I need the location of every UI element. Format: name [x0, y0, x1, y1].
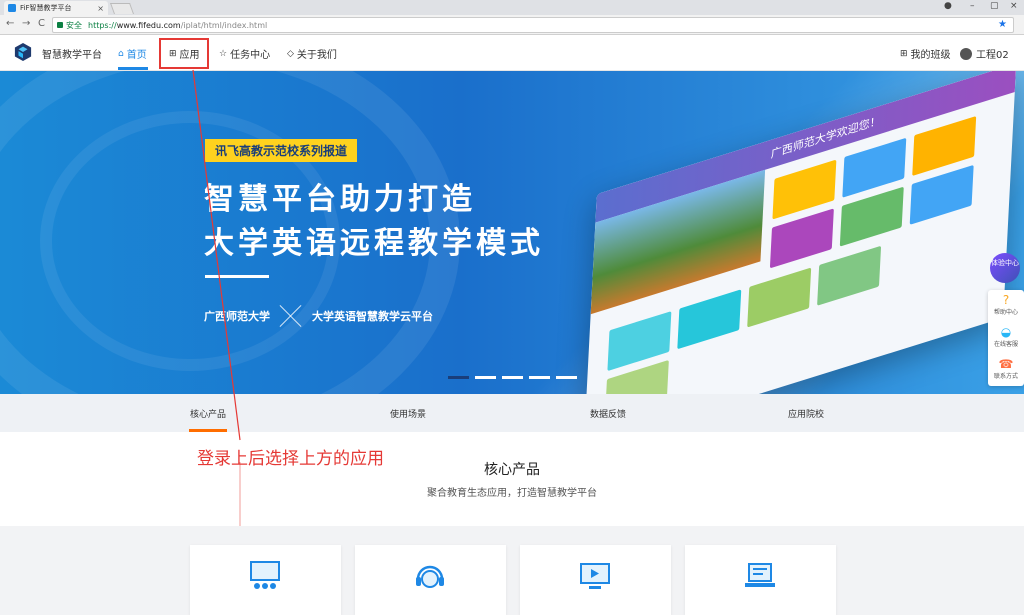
- core-section-subtitle: 聚合教育生态应用，打造智慧教学平台: [427, 488, 597, 499]
- core-section-title: 核心产品: [484, 462, 540, 478]
- annotation-arrow: [192, 69, 241, 615]
- video-monitor-icon: [580, 563, 610, 589]
- product-cards-area: [0, 526, 1024, 615]
- headset-exchange-icon: [416, 565, 444, 588]
- product-card[interactable]: [355, 545, 506, 615]
- classroom-teaching-icon: [250, 561, 280, 589]
- product-card[interactable]: [520, 545, 671, 615]
- laptop-icon: [745, 563, 775, 587]
- product-card[interactable]: [190, 545, 341, 615]
- product-card[interactable]: [685, 545, 836, 615]
